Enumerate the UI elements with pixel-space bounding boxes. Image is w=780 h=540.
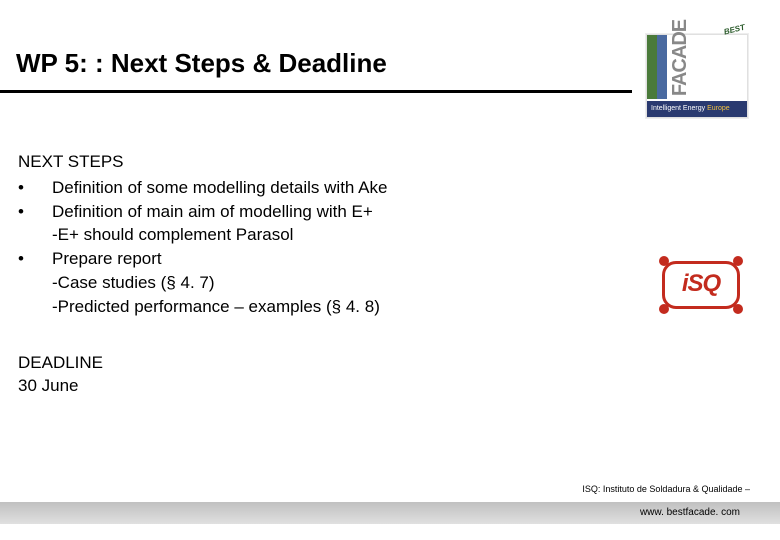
bullet-icon <box>18 271 52 295</box>
list-item: -E+ should complement Parasol <box>18 223 610 247</box>
title-underline <box>0 90 632 93</box>
deadline-date: 30 June <box>18 374 610 398</box>
bullet-icon <box>18 223 52 247</box>
content-area: NEXT STEPS • Definition of some modellin… <box>18 150 610 398</box>
facade-logo-energy-right: Europe <box>705 105 730 112</box>
bullet-icon: • <box>18 176 52 200</box>
list-item: • Prepare report <box>18 247 610 271</box>
bullet-icon <box>18 295 52 319</box>
footer-url: www. bestfacade. com <box>640 502 740 524</box>
list-item-text: -Predicted performance – examples (§ 4. … <box>52 295 610 319</box>
isq-logo: iSQ <box>662 253 740 317</box>
list-item-text: Definition of some modelling details wit… <box>52 176 610 200</box>
slide-title: WP 5: : Next Steps & Deadline <box>16 48 630 79</box>
next-steps-heading: NEXT STEPS <box>18 150 610 174</box>
facade-logo-energy-left: Intelligent Energy <box>651 105 705 112</box>
facade-logo-stripe-blue <box>657 35 667 99</box>
list-item: • Definition of main aim of modelling wi… <box>18 200 610 224</box>
list-item: -Predicted performance – examples (§ 4. … <box>18 295 610 319</box>
list-item: • Definition of some modelling details w… <box>18 176 610 200</box>
isq-logo-dot <box>659 304 669 314</box>
facade-logo: FACADE BEST Intelligent EnergyEurope <box>646 34 748 118</box>
list-item-text: Definition of main aim of modelling with… <box>52 200 610 224</box>
list-item-text: -Case studies (§ 4. 7) <box>52 271 610 295</box>
isq-logo-dot <box>733 304 743 314</box>
footer-credit: ISQ: Instituto de Soldadura & Qualidade … <box>582 484 750 494</box>
list-item-text: -E+ should complement Parasol <box>52 223 610 247</box>
isq-logo-text: iSQ <box>662 270 740 298</box>
facade-logo-stripe-green <box>647 35 657 99</box>
list-item: -Case studies (§ 4. 7) <box>18 271 610 295</box>
facade-logo-energy-bar: Intelligent EnergyEurope <box>647 101 747 117</box>
deadline-heading: DEADLINE <box>18 351 610 375</box>
bullet-icon: • <box>18 247 52 271</box>
footer-bar: www. bestfacade. com <box>0 502 780 524</box>
isq-logo-dot <box>733 256 743 266</box>
isq-logo-dot <box>659 256 669 266</box>
bullet-icon: • <box>18 200 52 224</box>
list-item-text: Prepare report <box>52 247 610 271</box>
